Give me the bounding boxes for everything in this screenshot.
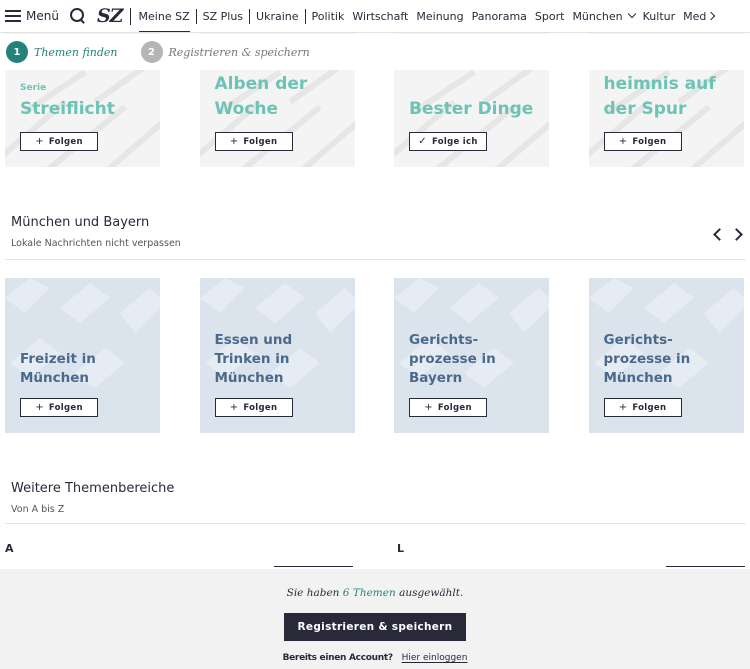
step-number: 1 (6, 41, 28, 63)
plus-icon: + (424, 402, 433, 413)
topic-card-gerichtsprozesse-muenchen[interactable]: Gerichts-prozesse in München + Folgen (588, 278, 744, 433)
follow-label: Folgen (243, 402, 278, 413)
divider (5, 523, 746, 524)
step-number: 2 (140, 41, 163, 63)
account-question: Bereits einen Account? (282, 653, 393, 663)
top-navigation: Menü SZ Meine SZ SZ Plus Ukraine Politik… (0, 0, 750, 33)
follow-button[interactable]: + Folgen (214, 132, 293, 151)
section-title: Weitere Themenbereiche (11, 481, 175, 496)
topic-card-freizeit[interactable]: Freizeit in München + Folgen (5, 278, 160, 433)
card-title: Streiflicht (20, 99, 115, 119)
selection-footer: Sie haben 6 Themen ausgewählt. Registrie… (0, 569, 750, 669)
follow-button[interactable]: + Folgen (603, 398, 682, 417)
follow-button[interactable]: + Folgen (603, 132, 682, 151)
card-title: Gerichts-prozesse in Bayern (409, 332, 496, 386)
menu-label: Menü (26, 9, 59, 23)
follow-button[interactable]: + Folgen (20, 132, 98, 151)
search-icon[interactable] (69, 8, 86, 24)
follow-label: Folgen (48, 402, 83, 413)
nav-item-panorama[interactable]: Panorama (472, 0, 527, 32)
follow-label: Folgen (632, 402, 667, 413)
sz-logo[interactable]: SZ (97, 5, 124, 27)
section-subtitle: Von A bis Z (11, 504, 65, 515)
step-label: Registrieren & speichern (168, 45, 310, 59)
plus-icon: + (35, 402, 44, 413)
follow-button-partial[interactable] (274, 566, 353, 568)
card-title: Essen und Trinken in München (214, 332, 293, 386)
nav-item-muenchen[interactable]: München (572, 0, 636, 32)
nav-item-sport[interactable]: Sport (535, 0, 565, 32)
login-link[interactable]: Hier einloggen (402, 653, 468, 663)
follow-button-partial[interactable] (666, 566, 745, 568)
muenchen-card-row: Freizeit in München + Folgen Essen und Tr… (5, 278, 750, 433)
divider (5, 259, 746, 260)
hamburger-icon (5, 10, 21, 22)
arrow-left-icon[interactable] (713, 228, 726, 241)
nav-item-politik[interactable]: Politik (312, 0, 345, 32)
follow-label: Folgen (243, 136, 278, 147)
plus-icon: + (618, 402, 628, 413)
plus-icon: + (35, 136, 44, 147)
chevron-down-icon (627, 9, 636, 18)
nav-divider (129, 7, 131, 25)
follow-label: Folgen (437, 402, 472, 413)
nav-item-sz-plus[interactable]: SZ Plus (203, 0, 243, 32)
follow-label: Folgen (48, 136, 83, 147)
nav-item-meine-sz[interactable]: Meine SZ (138, 0, 190, 32)
selection-message: Sie haben 6 Themen ausgewählt. (0, 587, 750, 599)
follow-button[interactable]: + Folgen (409, 398, 487, 417)
topic-card-gerichtsprozesse-bayern[interactable]: Gerichts-prozesse in Bayern + Folgen (394, 278, 549, 433)
section-title: München und Bayern (11, 215, 150, 230)
nav-divider (304, 8, 306, 24)
following-button[interactable]: ✓ Folge ich (409, 132, 487, 151)
nav-item-wirtschaft[interactable]: Wirtschaft (352, 0, 408, 32)
follow-button[interactable]: + Folgen (214, 398, 293, 417)
plus-icon: + (229, 136, 239, 147)
nav-divider (249, 8, 251, 24)
selection-count: 6 Themen (342, 587, 396, 599)
letter-heading-l: L (397, 542, 405, 555)
nav-item-meinung[interactable]: Meinung (416, 0, 463, 32)
step-indicator: 1 Themen finden 2 Registrieren & speiche… (0, 34, 750, 70)
plus-icon: + (229, 402, 239, 413)
step-1: 1 Themen finden (6, 41, 118, 63)
follow-button[interactable]: + Folgen (20, 398, 98, 417)
card-kicker: Serie (20, 83, 47, 93)
section-header-muenchen: München und Bayern Lokale Nachrichten ni… (11, 215, 181, 249)
letter-heading-a: A (5, 542, 14, 555)
follow-label: Folgen (632, 136, 667, 147)
nav-divider (195, 8, 197, 24)
nav-item-medien[interactable]: Med (683, 0, 706, 32)
chevron-right-icon[interactable] (707, 11, 716, 21)
check-icon: ✓ (418, 136, 427, 147)
login-prompt: Bereits einen Account? Hier einloggen (0, 653, 750, 663)
selection-message-prefix: Sie haben (286, 587, 340, 599)
card-title: heimnis auf der Spur (603, 74, 716, 119)
arrow-right-icon[interactable] (730, 228, 743, 241)
card-title: Bester Dinge (409, 99, 534, 119)
menu-button[interactable]: Menü (0, 0, 59, 32)
step-2: 2 Registrieren & speichern (140, 41, 310, 63)
nav-item-muenchen-label: München (572, 9, 623, 23)
selection-message-suffix: ausgewählt. (399, 587, 464, 599)
nav-item-kultur[interactable]: Kultur (643, 0, 676, 32)
section-header-weitere: Weitere Themenbereiche Von A bis Z (11, 481, 174, 515)
register-save-button[interactable]: Registrieren & speichern (284, 613, 466, 641)
follow-label: Folge ich (431, 136, 478, 147)
card-title: Gerichts-prozesse in München (603, 332, 691, 386)
card-title: Freizeit in München (20, 351, 96, 386)
section-subtitle: Lokale Nachrichten nicht verpassen (11, 238, 181, 249)
topic-card-essen-trinken[interactable]: Essen und Trinken in München + Folgen (199, 278, 355, 433)
card-title: Alben der Woche (214, 74, 308, 119)
carousel-arrows (713, 228, 743, 241)
plus-icon: + (618, 136, 628, 147)
step-label: Themen finden (34, 45, 118, 59)
nav-item-ukraine[interactable]: Ukraine (256, 0, 298, 32)
